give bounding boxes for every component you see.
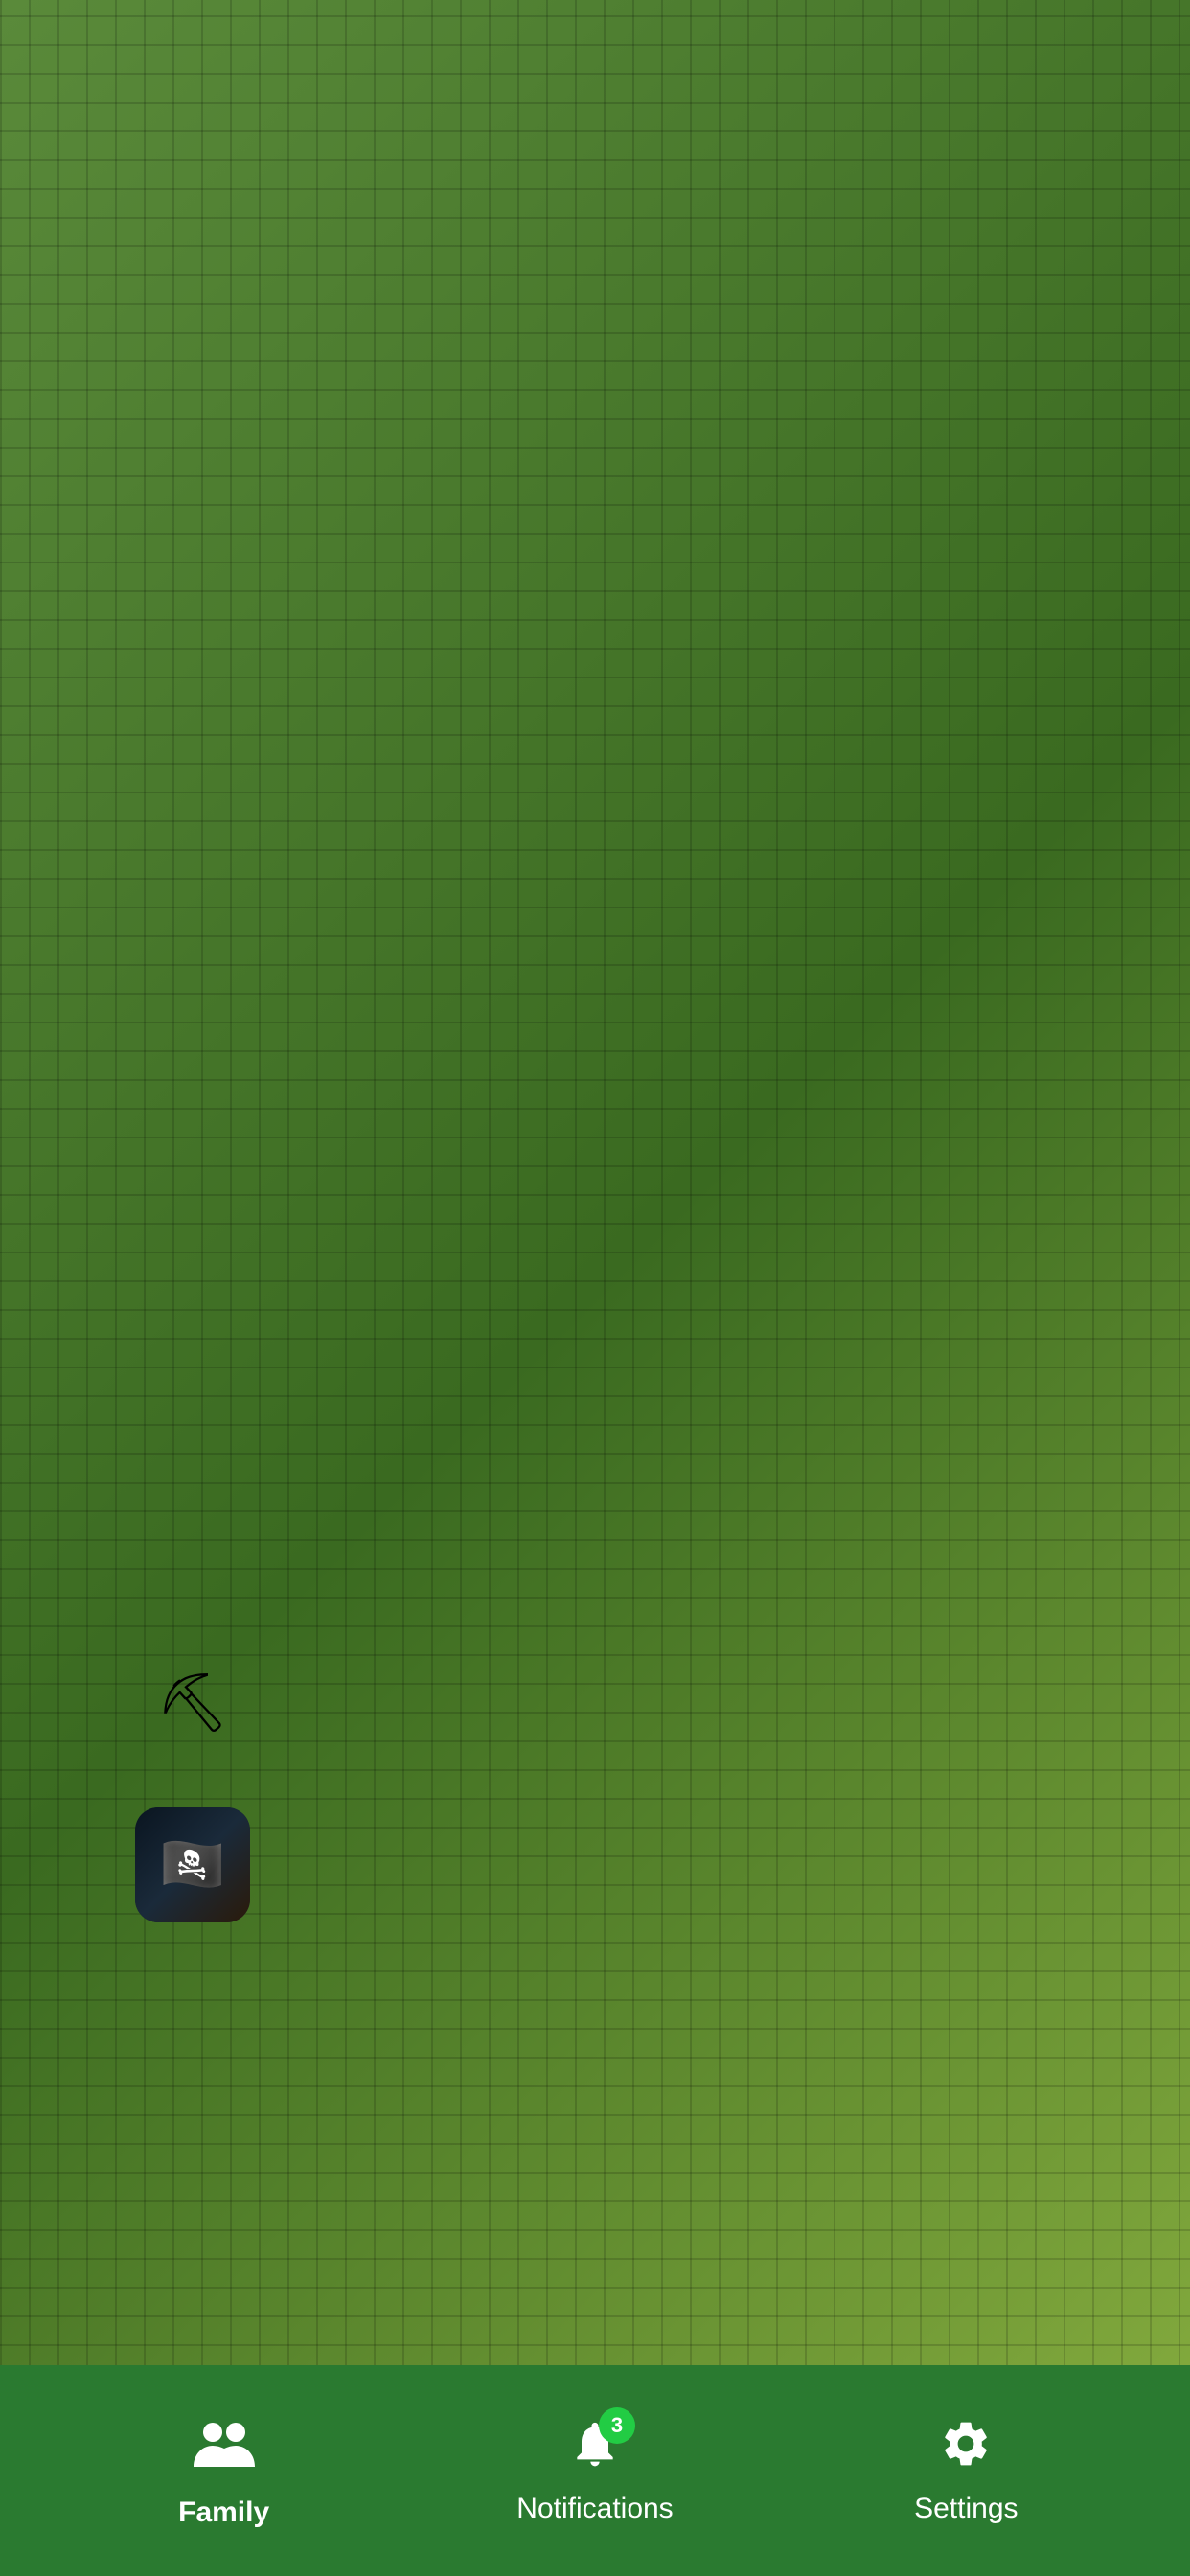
card-body: ACTIVITY ⓘ 8h 41m Daily average: 45m 3h … xyxy=(78,687,1112,2004)
sot-icon: 🏴‍☠️ xyxy=(135,1807,250,1922)
minecraft-icon: ⛏ xyxy=(135,1645,250,1760)
app-item-minecraft[interactable]: ⛏ Minecraft 3h 07m used xyxy=(135,1622,1055,1784)
app-list: ⛏ Minecraft 3h 07m used 🏴‍☠️ Sea of Thie… xyxy=(135,1622,1055,1946)
main-card: ‹ 🦉 Alex Screen time TODAY PAST WEEK xyxy=(78,361,1112,2004)
